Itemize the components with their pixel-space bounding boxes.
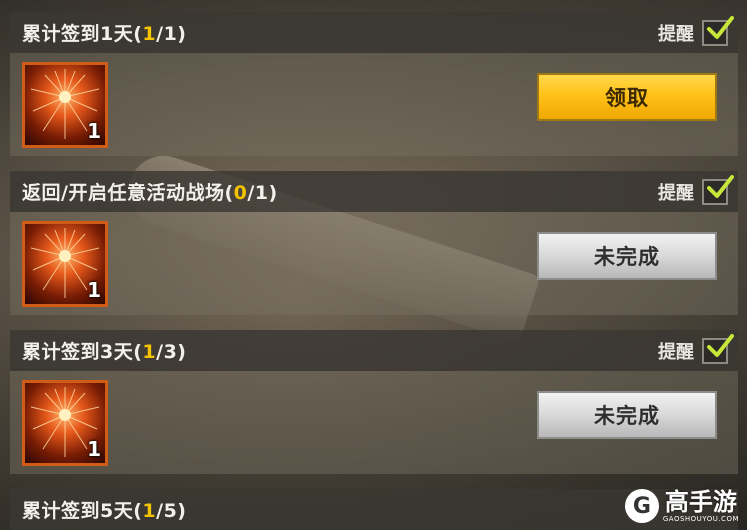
quest-progress-current: 1 bbox=[142, 341, 157, 363]
claim-button[interactable]: 领取 bbox=[537, 73, 717, 121]
quest-title: 累计签到3天(1/3) bbox=[22, 337, 186, 364]
quest-card: 累计签到3天(1/3) 提醒 1 未完成 bbox=[10, 330, 738, 474]
quest-body: 1 领取 bbox=[10, 53, 738, 156]
reward-count: 1 bbox=[87, 437, 101, 461]
watermark-sub: GAOSHOUYOU.COM bbox=[662, 515, 739, 523]
remind-checkbox[interactable] bbox=[702, 333, 734, 364]
checkmark-icon bbox=[707, 333, 734, 357]
watermark-text: 高手游 GAOSHOUYOU.COM bbox=[663, 489, 739, 523]
remind-label: 提醒 bbox=[658, 23, 694, 45]
reward-item[interactable]: 1 bbox=[22, 62, 108, 148]
quest-progress-current: 0 bbox=[233, 182, 248, 204]
quest-header: 返回/开启任意活动战场(0/1) 提醒 bbox=[10, 171, 738, 212]
quest-card: 返回/开启任意活动战场(0/1) 提醒 1 未完成 bbox=[10, 171, 738, 315]
reward-item[interactable]: 1 bbox=[22, 221, 108, 307]
quest-progress-current: 1 bbox=[142, 23, 157, 45]
quest-title-text: 累计签到3天( bbox=[22, 341, 143, 363]
remind-toggle[interactable]: 提醒 bbox=[658, 330, 734, 371]
remind-checkbox[interactable] bbox=[702, 174, 734, 205]
watermark-main: 高手游 bbox=[664, 488, 737, 516]
quest-title-text: 累计签到5天( bbox=[22, 500, 143, 522]
reward-count: 1 bbox=[87, 119, 101, 143]
remind-toggle[interactable]: 提醒 bbox=[658, 171, 734, 212]
quest-progress-total: /1) bbox=[156, 23, 187, 45]
checkmark-icon bbox=[707, 15, 734, 39]
remind-label: 提醒 bbox=[658, 182, 694, 204]
remind-toggle[interactable]: 提醒 bbox=[658, 12, 734, 53]
quest-title: 累计签到5天(1/5) bbox=[22, 496, 186, 523]
quest-title: 累计签到1天(1/1) bbox=[22, 19, 186, 46]
reward-item[interactable]: 1 bbox=[22, 380, 108, 466]
quest-title-text: 返回/开启任意活动战场( bbox=[22, 182, 234, 204]
incomplete-button[interactable]: 未完成 bbox=[537, 391, 717, 439]
quest-body: 1 未完成 bbox=[10, 212, 738, 315]
watermark: G 高手游 GAOSHOUYOU.COM bbox=[624, 489, 739, 523]
checkmark-icon bbox=[707, 174, 734, 198]
remind-checkbox[interactable] bbox=[702, 15, 734, 46]
quest-header: 累计签到3天(1/3) 提醒 bbox=[10, 330, 738, 371]
quest-progress-total: /3) bbox=[156, 341, 187, 363]
quest-progress-total: /1) bbox=[247, 182, 278, 204]
watermark-logo-icon: G bbox=[624, 489, 659, 523]
quest-progress-total: /5) bbox=[156, 500, 187, 522]
remind-label: 提醒 bbox=[658, 341, 694, 363]
quest-title: 返回/开启任意活动战场(0/1) bbox=[22, 178, 278, 205]
quest-card: 累计签到1天(1/1) 提醒 1 领取 bbox=[10, 12, 738, 156]
quest-progress-current: 1 bbox=[142, 500, 157, 522]
reward-count: 1 bbox=[87, 278, 101, 302]
quest-body: 1 未完成 bbox=[10, 371, 738, 474]
incomplete-button[interactable]: 未完成 bbox=[537, 232, 717, 280]
quest-header: 累计签到1天(1/1) 提醒 bbox=[10, 12, 738, 53]
quest-title-text: 累计签到1天( bbox=[22, 23, 143, 45]
